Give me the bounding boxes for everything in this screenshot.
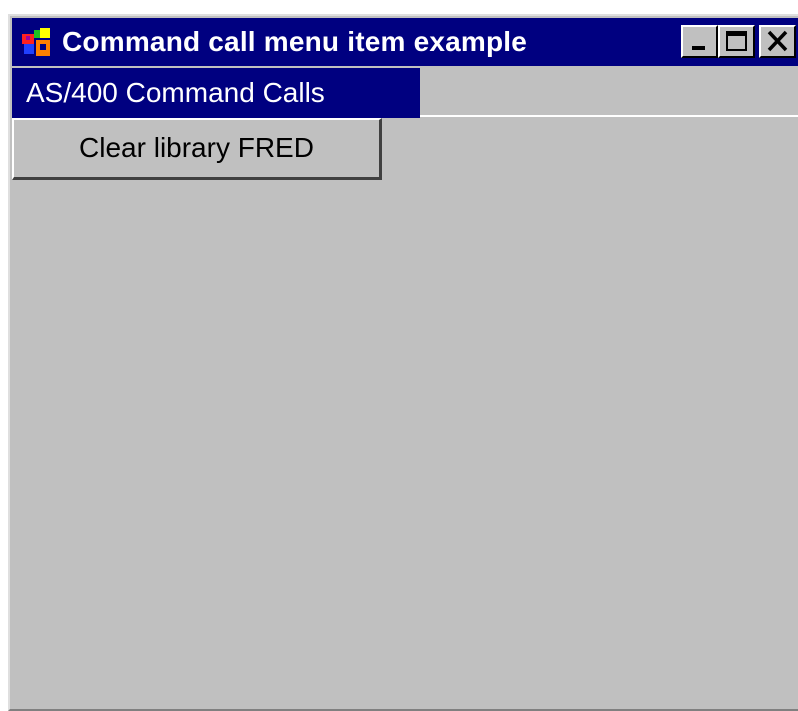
title-bar[interactable]: Command call menu item example [12, 18, 798, 66]
application-window: Command call menu item example AS/400 Co… [8, 14, 798, 711]
window-title: Command call menu item example [62, 26, 528, 57]
menu-bar-divider [420, 115, 798, 117]
menu-item-clear-library-fred[interactable]: Clear library FRED [14, 120, 379, 177]
minimize-button[interactable] [681, 25, 718, 58]
maximize-button[interactable] [718, 25, 755, 58]
caption-buttons [681, 25, 796, 58]
menu-bar: AS/400 Command Calls [12, 68, 798, 118]
close-button[interactable] [759, 25, 796, 58]
dropdown-menu: Clear library FRED [12, 118, 382, 180]
menu-as400-command-calls[interactable]: AS/400 Command Calls [12, 68, 420, 118]
java-coffee-cup-icon[interactable] [20, 26, 56, 58]
